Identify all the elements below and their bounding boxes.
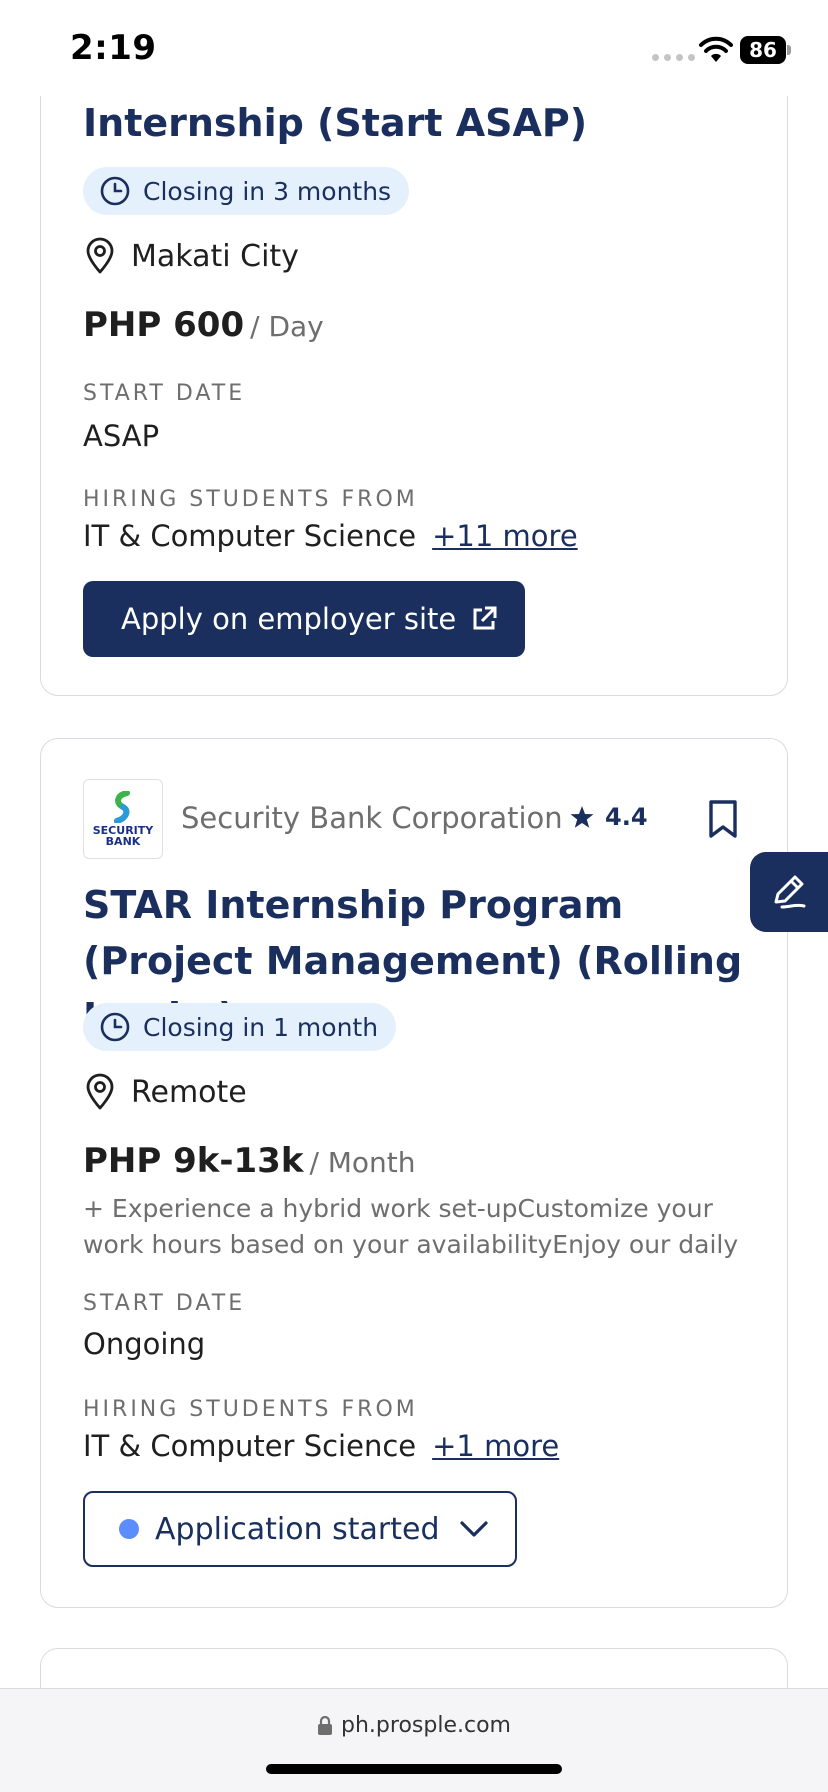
closing-text: Closing in 3 months [143,176,392,206]
company-logo[interactable]: SECURITY BANK [83,779,163,859]
closing-badge: Closing in 1 month [83,1003,397,1051]
hiring-label: HIRING STUDENTS FROM [83,487,418,512]
lock-icon [318,1715,333,1735]
company-rating: 4.4 [569,803,648,831]
edit-floating-button[interactable] [750,852,828,932]
pay-rate: PHP 600/ Day [83,305,324,345]
wifi-icon [699,36,733,62]
hiring-label: HIRING STUDENTS FROM [83,1397,418,1422]
browser-url-bar[interactable]: ph.prosple.com [0,1688,828,1792]
job-location: Remote [83,1073,247,1111]
url-text: ph.prosple.com [341,1713,511,1738]
bookmark-icon[interactable] [707,799,739,839]
status-bar: 2:19 86 [0,0,828,96]
external-link-icon [473,606,497,630]
edit-pencil-icon [774,875,806,909]
pay-amount: PHP 9k-13k [83,1141,304,1181]
apply-employer-site-button[interactable]: Apply on employer site [83,581,525,657]
start-date-label: START DATE [83,1291,246,1316]
start-date-value: ASAP [83,419,160,453]
hiring-fields: IT & Computer Science +1 more [83,1429,559,1463]
apply-button-label: Apply on employer site [121,602,457,636]
pay-rate: PHP 9k-13k / Month [83,1141,416,1181]
company-logo-text: SECURITY BANK [92,824,154,848]
home-indicator[interactable] [266,1764,562,1774]
location-pin-icon [86,1073,114,1110]
cellular-signal-icon [652,54,695,61]
star-icon [570,806,594,828]
clock-icon [100,1012,130,1042]
hiring-more-link[interactable]: +1 more [432,1429,559,1463]
status-dot [119,1519,139,1539]
pay-unit: / Month [309,1146,416,1179]
clock-icon [100,176,130,206]
closing-text: Closing in 1 month [143,1012,379,1042]
job-title[interactable]: Internship (Start ASAP) [83,95,723,151]
pay-amount: PHP 600 [83,305,245,345]
hiring-field: IT & Computer Science [83,1429,417,1463]
url-display[interactable]: ph.prosple.com [0,1713,828,1738]
hiring-fields: IT & Computer Science +11 more [83,519,578,553]
status-time: 2:19 [70,28,157,68]
battery-icon: 86 [740,36,791,64]
hiring-more-link[interactable]: +11 more [432,519,578,553]
closing-badge: Closing in 3 months [83,167,410,215]
pay-unit: / Day [250,310,324,343]
hiring-field: IT & Computer Science [83,519,417,553]
application-status-label: Application started [155,1511,440,1547]
company-name[interactable]: Security Bank Corporation [181,801,563,835]
job-location: Makati City [83,237,299,275]
application-status-dropdown[interactable]: Application started [83,1491,517,1567]
location-text: Makati City [131,238,299,274]
rating-value: 4.4 [605,803,648,831]
location-text: Remote [131,1074,247,1110]
chevron-down-icon [460,1521,488,1537]
job-description: + Experience a hybrid work set-upCustomi… [83,1194,739,1259]
location-pin-icon [86,237,114,274]
start-date-value: Ongoing [83,1327,206,1361]
battery-level: 86 [740,36,786,64]
job-card[interactable]: Internship (Start ASAP) Closing in 3 mon… [40,0,788,696]
start-date-label: START DATE [83,381,246,406]
security-bank-logo-mark [114,791,130,823]
job-card[interactable]: SECURITY BANK Security Bank Corporation 4… [40,738,788,1608]
